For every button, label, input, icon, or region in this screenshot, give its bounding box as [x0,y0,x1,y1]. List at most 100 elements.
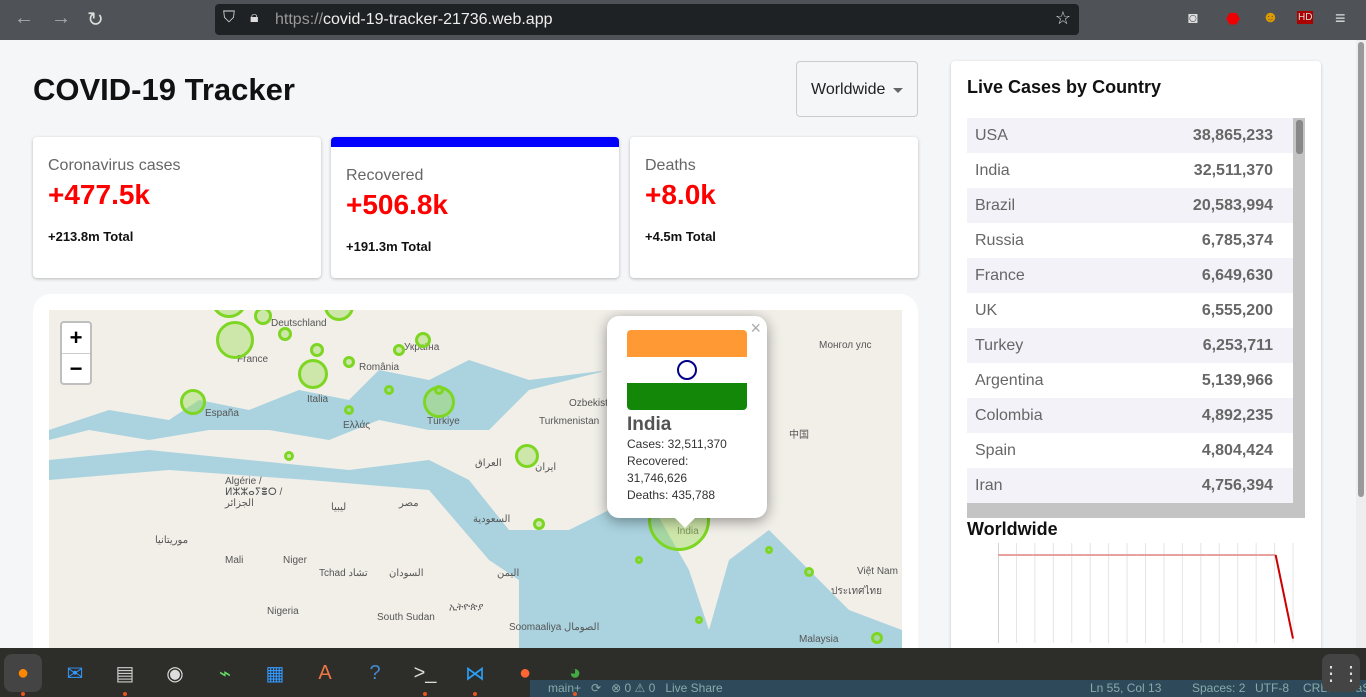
map-label: Türkiye [427,416,460,427]
map-container: + − Deutschland France España Italia România У… [33,294,918,694]
taskbar: main+ ⟳ ⊗ 0 ⚠ 0 Live Share Ln 55, Col 13… [0,648,1366,697]
postman-icon[interactable]: ● [506,654,544,692]
map-label: Tchad تشاد [319,568,368,579]
case-bubble[interactable] [871,632,883,644]
table-row: Russia 6,785,374 [967,223,1293,258]
case-bubble[interactable] [343,356,355,368]
case-bubble[interactable] [180,389,206,415]
country-cases: 4,804,424 [1201,441,1273,459]
country-table[interactable]: USA 38,865,233 India 32,511,370 Brazil 20,583… [967,118,1305,518]
software-center-icon[interactable]: A [306,654,344,692]
warnings-count[interactable]: 0 [649,681,656,695]
reload-icon[interactable]: ↻ [87,7,104,32]
chart-line-segment [1274,554,1294,639]
deaths-card[interactable]: Deaths +8.0k +4.5m Total [630,137,918,278]
lock-icon[interactable]: 🔒︎ [250,9,259,27]
map-label: Ελλάς [343,420,371,431]
case-bubble[interactable] [310,343,324,357]
case-bubble[interactable] [298,359,328,389]
cursor-position[interactable]: Ln 55, Col 13 [1090,680,1161,697]
popup-recovered: 31,746,626 [627,471,688,485]
zoom-in-button[interactable]: + [62,323,90,353]
case-bubble[interactable] [765,546,773,554]
case-bubble[interactable] [635,556,643,564]
case-bubble[interactable] [393,344,405,356]
case-bubble[interactable] [278,327,292,341]
chevron-down-icon [893,88,903,98]
country-select[interactable]: Worldwide [796,61,918,117]
map-label: România [359,362,400,373]
case-bubble[interactable] [695,616,703,624]
problems-count[interactable]: 0 [624,681,631,695]
cases-card[interactable]: Coronavirus cases +477.5k +213.8m Total [33,137,321,278]
system-monitor-icon[interactable]: ⌁ [206,654,244,692]
help-icon[interactable]: ? [356,654,394,692]
bookmark-star-icon[interactable]: ☆ [1055,8,1071,29]
table-row: UK 6,555,200 [967,293,1293,328]
case-bubble[interactable] [384,385,394,395]
map-label: السودان [389,568,424,579]
thunderbird-icon[interactable]: ✉ [56,654,94,692]
browser-toolbar: ← → ↻ ⛉ 🔒︎ https://covid-19-tracker-2173… [0,0,1366,40]
address-bar[interactable]: ⛉ 🔒︎ https://covid-19-tracker-21736.web.… [215,4,1079,35]
case-bubble[interactable] [216,321,254,359]
app-grid-icon[interactable]: ⋮⋮ [1321,654,1361,692]
live-share[interactable]: Live Share [665,681,722,695]
table-scrollbar[interactable] [1296,120,1303,154]
pocket-icon[interactable]: ◙ [1188,10,1198,28]
case-bubble[interactable] [804,567,814,577]
card-title: Deaths [645,157,696,174]
shield-icon[interactable]: ⛉ [223,9,235,27]
encoding[interactable]: UTF-8 [1255,680,1289,697]
card-value: +506.8k [346,189,448,220]
map-label: Việt Nam [857,566,898,577]
map-label: 中国 [789,430,809,441]
menu-icon[interactable]: ≡ [1335,8,1346,29]
country-cases: 4,756,394 [1201,476,1273,494]
popup-close-button[interactable]: × [750,318,761,339]
map-label: ایران [535,462,557,473]
rhythmbox-icon[interactable]: ◉ [156,654,194,692]
worldwide-chart [998,543,1294,643]
case-bubble[interactable] [434,385,444,395]
files-icon[interactable]: ▤ [106,654,144,696]
case-bubble[interactable] [284,451,294,461]
back-icon[interactable]: ← [14,7,34,30]
recovered-card[interactable]: Recovered +506.8k +191.3m Total [331,137,619,278]
hd-extension-icon[interactable]: HD [1297,11,1314,24]
vscode-statusbar: main+ ⟳ ⊗ 0 ⚠ 0 Live Share Ln 55, Col 13… [530,680,1366,697]
map[interactable]: + − Deutschland France España Italia România У… [49,310,902,650]
country-name: Russia [975,231,1024,249]
card-total: +191.3m Total [346,239,432,254]
table-row: Spain 4,804,424 [967,433,1293,468]
case-bubble[interactable] [515,444,539,468]
zoom-out-button[interactable]: − [62,353,90,383]
forward-icon[interactable]: → [51,7,71,30]
case-bubble[interactable] [533,518,545,530]
country-name: Turkey [975,336,1024,354]
india-flag [627,330,747,410]
popup-cases: Cases: 32,511,370 [627,437,727,451]
country-cases: 5,139,966 [1201,371,1273,389]
vscode-icon[interactable]: ⋈ [456,654,494,696]
firefox-icon[interactable]: ● [4,654,42,696]
case-bubble[interactable] [415,332,431,348]
writer-icon[interactable]: ▦ [256,654,294,692]
adblock-icon[interactable]: ⬣ [1226,9,1240,29]
indent-setting[interactable]: Spaces: 2 [1192,680,1245,697]
map-label: Malaysia [799,634,839,645]
map-label: Deutschland [271,318,327,329]
chrome-icon[interactable]: ◕ [556,654,594,696]
country-name: UK [975,301,998,319]
country-name: France [975,266,1025,284]
card-title: Coronavirus cases [48,157,181,174]
card-value: +477.5k [48,179,150,210]
case-bubble[interactable] [344,405,354,415]
country-name: Iran [975,476,1003,494]
country-cases: 6,785,374 [1201,231,1273,249]
map-label: ประเทศไทย [831,586,882,597]
page-scrollbar[interactable] [1356,40,1366,648]
table-row: Brazil 20,583,994 [967,188,1293,223]
terminal-icon[interactable]: >_ [406,654,444,696]
extension-icon[interactable]: ☻ [1262,9,1279,27]
